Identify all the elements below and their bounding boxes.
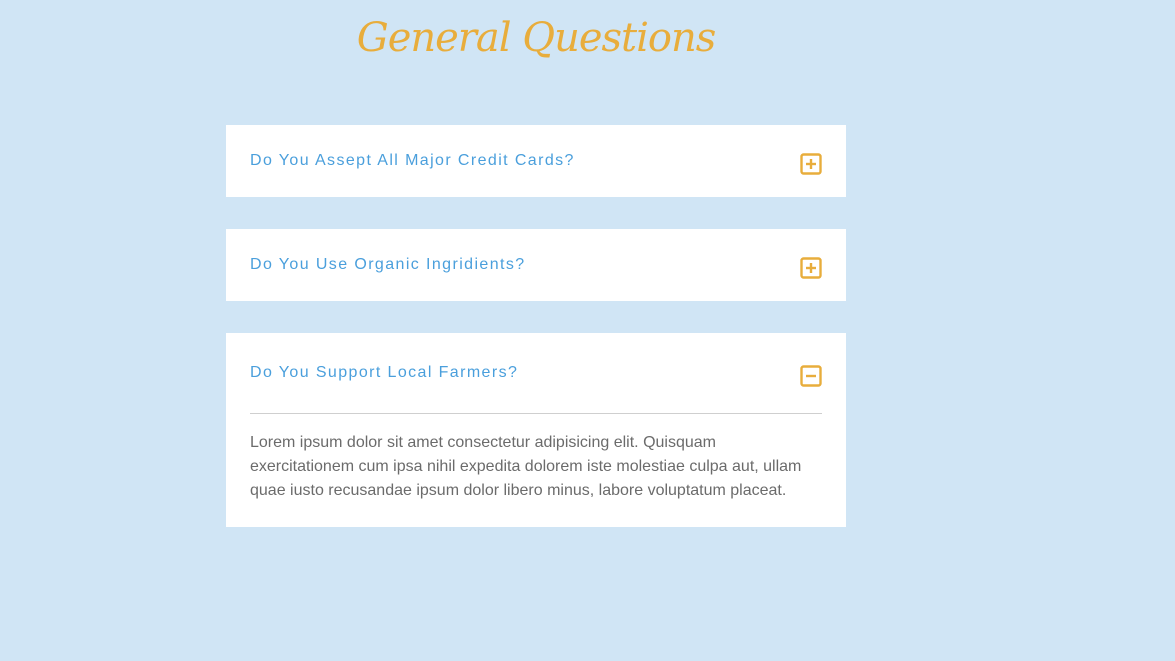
faq-header[interactable]: Do You Support Local Farmers? [226, 333, 846, 413]
faq-item: Do You Use Organic Ingridients? [226, 229, 846, 301]
page-title: General Questions [356, 15, 717, 61]
plus-square-icon[interactable] [800, 257, 822, 279]
faq-item-expanded: Do You Support Local Farmers? Lorem ipsu… [226, 333, 846, 527]
faq-item: Do You Assept All Major Credit Cards? [226, 125, 846, 197]
faq-list: Do You Assept All Major Credit Cards? Do… [226, 125, 846, 559]
faq-header[interactable]: Do You Use Organic Ingridients? [226, 229, 846, 301]
faq-question: Do You Support Local Farmers? [250, 364, 519, 381]
plus-square-icon[interactable] [800, 153, 822, 175]
minus-square-icon[interactable] [800, 365, 822, 387]
faq-question: Do You Assept All Major Credit Cards? [250, 152, 575, 169]
faq-header[interactable]: Do You Assept All Major Credit Cards? [226, 125, 846, 197]
faq-question: Do You Use Organic Ingridients? [250, 256, 526, 273]
faq-answer: Lorem ipsum dolor sit amet consectetur a… [250, 434, 802, 499]
